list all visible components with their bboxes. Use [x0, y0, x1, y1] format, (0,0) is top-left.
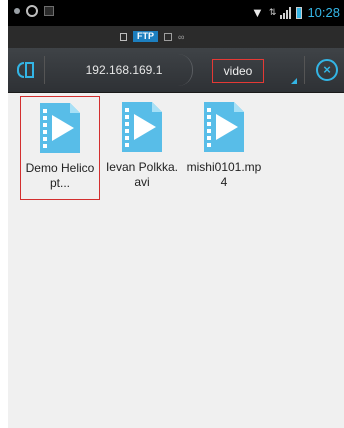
screen-icon [164, 32, 172, 41]
divider [44, 56, 45, 84]
ftp-badge: FTP [133, 31, 158, 42]
wifi-icon: ▼ [251, 4, 264, 20]
breadcrumb-host[interactable]: 192.168.169.1 [58, 48, 190, 92]
close-icon[interactable]: × [316, 59, 338, 81]
home-button[interactable] [14, 60, 36, 80]
video-file-icon [40, 103, 80, 153]
dropdown-corner-icon[interactable] [291, 78, 297, 84]
file-item[interactable]: Ievan Polkka.avi [102, 96, 182, 200]
phone-icon [120, 32, 127, 41]
address-bar: 192.168.169.1 video × [8, 48, 344, 93]
status-right-icons: ▼ ⇅ 10:28 [251, 5, 340, 20]
link-icon: ∞ [178, 31, 185, 42]
file-item[interactable]: Demo Helicopt... [20, 96, 100, 200]
drive-icon [16, 62, 24, 78]
notification-dot-icon [14, 8, 20, 14]
status-bar: ▼ ⇅ 10:28 [8, 0, 344, 26]
file-item[interactable]: mishi0101.mp4 [184, 96, 264, 200]
square-icon [44, 6, 54, 16]
breadcrumb-folder-video[interactable]: video [212, 59, 264, 83]
breadcrumb-separator [178, 54, 193, 86]
circle-icon [26, 5, 38, 17]
clock: 10:28 [307, 5, 340, 20]
battery-icon [296, 6, 303, 19]
file-name: Demo Helicopt... [25, 161, 95, 190]
notification-strip: FTP ∞ [8, 26, 344, 49]
video-file-icon [204, 102, 244, 152]
file-name: mishi0101.mp4 [186, 160, 262, 189]
status-left-icons [14, 5, 54, 17]
video-file-icon [122, 102, 162, 152]
phone-screen: ▼ ⇅ 10:28 FTP ∞ 192.168.169.1 video × De… [8, 0, 344, 428]
divider [304, 56, 305, 84]
network-icon: ⇅ [268, 7, 276, 17]
file-grid: Demo Helicopt... Ievan Polkka.avi mishi0… [8, 92, 344, 428]
signal-icon [280, 6, 292, 19]
file-name: Ievan Polkka.avi [105, 160, 179, 189]
